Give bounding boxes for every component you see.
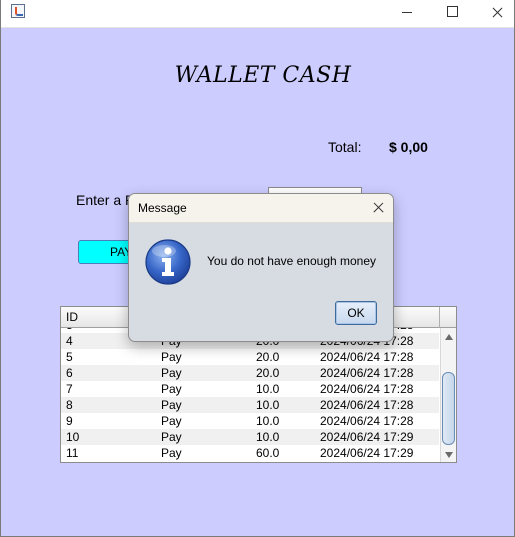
cell-date: 2024/06/24 17:28 — [320, 414, 414, 428]
cell-amount: 20.0 — [256, 350, 280, 364]
scroll-down-icon[interactable] — [445, 452, 453, 458]
table-row[interactable]: 9 Pay 10.0 2024/06/24 17:28 — [61, 413, 439, 429]
cell-date: 2024/06/24 17:29 — [320, 446, 414, 460]
cell-id: 6 — [66, 366, 73, 380]
cell-id: 8 — [66, 398, 73, 412]
cell-amount: 10.0 — [256, 430, 280, 444]
dialog-close-icon[interactable] — [365, 197, 391, 219]
cell-date: 2024/06/24 17:28 — [320, 382, 414, 396]
cell-date: 2024/06/24 17:28 — [320, 366, 414, 380]
message-dialog: Message You do not have enough money OK — [128, 193, 394, 342]
cell-amount: 60.0 — [256, 446, 280, 460]
cell-id: 5 — [66, 350, 73, 364]
close-window-button[interactable] — [475, 0, 515, 27]
table-row[interactable]: 11 Pay 60.0 2024/06/24 17:29 — [61, 445, 439, 461]
table-row[interactable]: 7 Pay 10.0 2024/06/24 17:28 — [61, 381, 439, 397]
table-header-corner — [439, 307, 456, 328]
cell-type: Pay — [161, 382, 182, 396]
cell-id: 4 — [66, 334, 73, 348]
cell-type: Pay — [161, 398, 182, 412]
total-value: $ 0,00 — [389, 139, 428, 155]
scroll-up-icon[interactable] — [445, 334, 453, 340]
cell-amount: 10.0 — [256, 398, 280, 412]
cell-date: 2024/06/24 17:28 — [320, 398, 414, 412]
column-header-id[interactable]: ID — [66, 310, 78, 324]
cell-type: Pay — [161, 430, 182, 444]
cell-type: Pay — [161, 446, 182, 460]
cell-amount: 20.0 — [256, 366, 280, 380]
table-rows: 3Pay20.02024/06/24 17:284Pay20.02024/06/… — [61, 328, 439, 461]
cell-date: 2024/06/24 17:29 — [320, 430, 414, 444]
dialog-titlebar[interactable]: Message — [129, 194, 393, 223]
enter-amount-label: Enter a P — [76, 192, 135, 208]
cell-id: 9 — [66, 414, 73, 428]
cell-id: 10 — [66, 430, 80, 444]
java-cup-icon — [11, 4, 25, 18]
app-title: WALLET CASH — [174, 63, 352, 88]
table-scrollbar[interactable] — [440, 328, 456, 462]
scrollbar-thumb[interactable] — [442, 372, 455, 445]
table-row[interactable]: 6 Pay 20.0 2024/06/24 17:28 — [61, 365, 439, 381]
table-body: 3Pay20.02024/06/24 17:284Pay20.02024/06/… — [61, 328, 439, 462]
table-row[interactable]: 10 Pay 10.0 2024/06/24 17:29 — [61, 429, 439, 445]
dialog-message: You do not have enough money — [207, 254, 377, 268]
cell-date: 2024/06/24 17:28 — [320, 350, 414, 364]
table-row[interactable]: 8 Pay 10.0 2024/06/24 17:28 — [61, 397, 439, 413]
ok-button[interactable]: OK — [335, 301, 377, 325]
dialog-title: Message — [138, 201, 187, 215]
cell-id: 11 — [66, 446, 79, 460]
maximize-button[interactable] — [429, 0, 475, 27]
window-titlebar[interactable] — [1, 0, 514, 28]
minimize-button[interactable] — [383, 0, 429, 27]
wallet-window: WALLET CASH Total: $ 0,00 Enter a P PAY … — [0, 0, 515, 537]
total-label: Total: — [328, 139, 362, 155]
table-row[interactable]: 5 Pay 20.0 2024/06/24 17:28 — [61, 349, 439, 365]
information-icon — [145, 239, 191, 285]
cell-id: 7 — [66, 382, 73, 396]
cell-type: Pay — [161, 350, 182, 364]
cell-amount: 10.0 — [256, 414, 280, 428]
cell-amount: 10.0 — [256, 382, 280, 396]
cell-type: Pay — [161, 414, 182, 428]
cell-type: Pay — [161, 366, 182, 380]
